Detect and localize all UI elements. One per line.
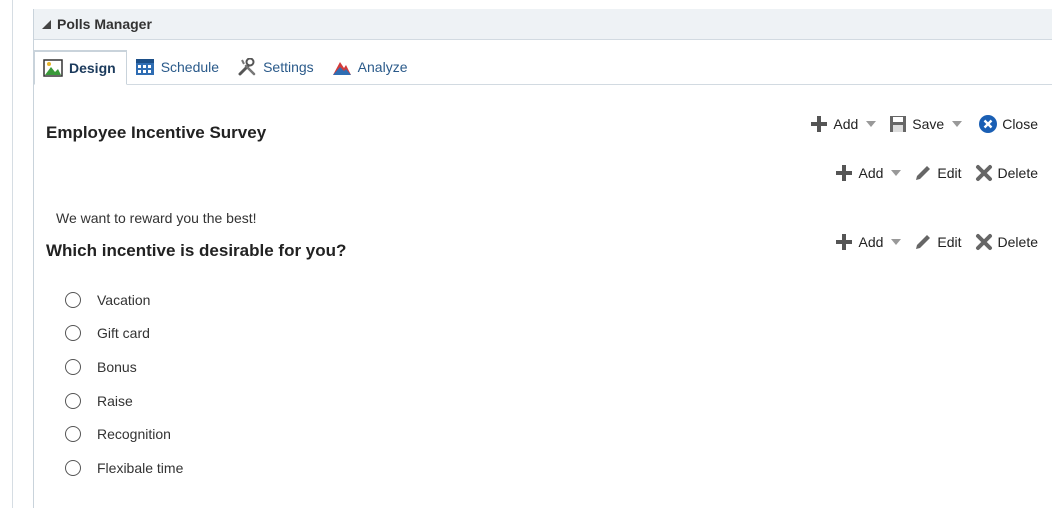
radio-button[interactable] <box>65 291 81 308</box>
pencil-icon <box>916 166 931 180</box>
close-circle-icon <box>979 115 998 133</box>
tab-design[interactable]: Design <box>34 50 127 85</box>
add-label: Add <box>858 165 884 181</box>
save-icon <box>890 116 907 132</box>
section-toolbar: Add Edit Delete <box>822 163 1038 183</box>
add-menu-button[interactable]: Add <box>809 114 877 134</box>
question-text: Which incentive is desirable for you? <box>46 241 347 260</box>
chevron-down-icon <box>952 121 963 127</box>
tab-settings[interactable]: Settings <box>229 50 324 84</box>
option-gift-card[interactable]: Gift card <box>65 317 183 351</box>
chart-mountain-icon <box>332 62 351 75</box>
edit-button[interactable]: Edit <box>913 163 962 183</box>
delete-button[interactable]: Delete <box>974 232 1038 252</box>
edit-button[interactable]: Edit <box>913 232 962 252</box>
option-label: Recognition <box>97 426 171 443</box>
radio-button[interactable] <box>65 358 81 375</box>
answer-options: Vacation Gift card Bonus Raise Recogniti… <box>65 283 183 485</box>
add-label: Add <box>858 234 884 250</box>
survey-title: Employee Incentive Survey <box>46 123 267 142</box>
question-toolbar: Add Edit Delete <box>822 232 1038 252</box>
delete-label: Delete <box>997 165 1038 181</box>
radio-button[interactable] <box>65 459 81 476</box>
calendar-icon <box>135 59 154 75</box>
save-menu-button[interactable]: Save <box>888 114 963 134</box>
collapse-icon[interactable] <box>42 19 51 29</box>
option-recognition[interactable]: Recognition <box>65 417 183 451</box>
tab-bar: Design Schedule Settings Analyze <box>34 50 1052 85</box>
tab-label: Schedule <box>160 59 220 75</box>
option-label: Vacation <box>97 291 151 308</box>
tools-icon <box>238 58 256 76</box>
option-label: Bonus <box>97 358 137 375</box>
tab-label: Analyze <box>357 59 408 75</box>
close-button[interactable]: Close <box>978 114 1038 134</box>
option-label: Flexibale time <box>97 459 184 476</box>
close-label: Close <box>1002 116 1038 132</box>
polls-manager-panel: Polls Manager Design Schedule Settings A… <box>33 9 1052 508</box>
survey-description: We want to reward you the best! <box>56 210 257 226</box>
tab-label: Design <box>69 60 116 76</box>
tab-schedule[interactable]: Schedule <box>127 50 229 84</box>
chevron-down-icon <box>866 121 877 127</box>
panel-title: Polls Manager <box>57 16 152 32</box>
radio-button[interactable] <box>65 426 81 443</box>
delete-button[interactable]: Delete <box>974 163 1038 183</box>
option-label: Gift card <box>97 325 150 342</box>
delete-x-icon <box>975 165 992 181</box>
add-label: Add <box>833 116 859 132</box>
panel-header[interactable]: Polls Manager <box>34 9 1052 40</box>
chevron-down-icon <box>891 170 902 176</box>
delete-x-icon <box>975 234 992 250</box>
option-flexible-time[interactable]: Flexibale time <box>65 451 183 485</box>
design-icon <box>43 59 63 77</box>
survey-toolbar: Add Save Close <box>797 114 1038 134</box>
option-vacation[interactable]: Vacation <box>65 283 183 317</box>
delete-label: Delete <box>997 234 1038 250</box>
radio-button[interactable] <box>65 392 81 409</box>
pencil-icon <box>916 235 931 249</box>
option-raise[interactable]: Raise <box>65 384 183 418</box>
plus-icon <box>836 165 853 181</box>
plus-icon <box>836 234 853 250</box>
add-menu-button[interactable]: Add <box>834 163 902 183</box>
edit-label: Edit <box>937 234 962 250</box>
tab-label: Settings <box>263 59 314 75</box>
chevron-down-icon <box>891 239 902 245</box>
option-label: Raise <box>97 392 133 409</box>
left-divider <box>12 0 13 508</box>
add-menu-button[interactable]: Add <box>834 232 902 252</box>
edit-label: Edit <box>937 165 962 181</box>
save-label: Save <box>912 116 945 132</box>
radio-button[interactable] <box>65 325 81 342</box>
plus-icon <box>811 116 828 132</box>
tab-analyze[interactable]: Analyze <box>324 50 418 84</box>
option-bonus[interactable]: Bonus <box>65 350 183 384</box>
